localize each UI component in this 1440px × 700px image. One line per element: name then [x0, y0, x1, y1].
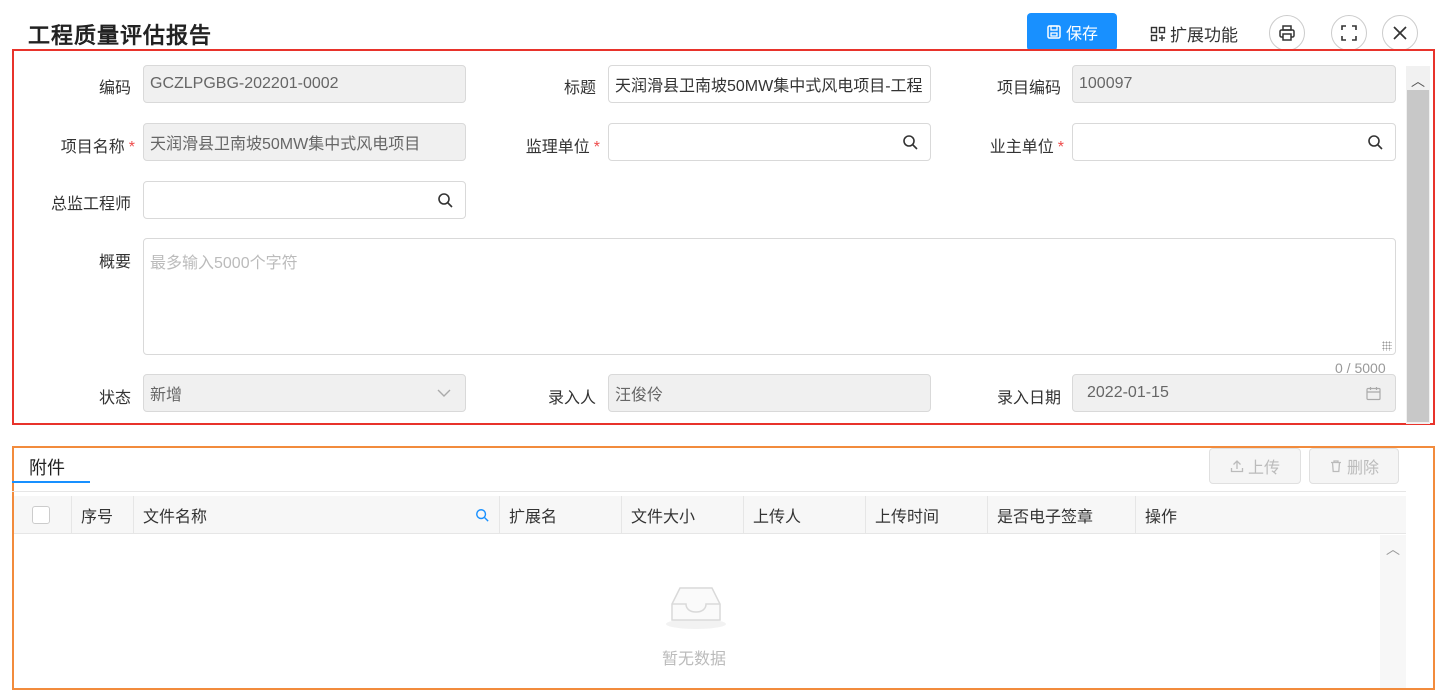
- supervisor-unit-label: 监理单位 *: [480, 133, 600, 157]
- required-mark: *: [1057, 139, 1064, 156]
- table-scrollbar[interactable]: ︿: [1380, 535, 1406, 688]
- tab-attachments[interactable]: 附件: [29, 454, 65, 480]
- delete-icon: [1330, 460, 1341, 473]
- code-field[interactable]: GCZLPGBG-202201-0002: [143, 65, 466, 103]
- entered-by-label: 录入人: [547, 390, 596, 407]
- empty-text: 暂无数据: [662, 651, 727, 668]
- resize-handle[interactable]: [1382, 341, 1392, 351]
- status-value: 新增: [150, 387, 183, 404]
- search-icon[interactable]: [1367, 134, 1383, 150]
- project-code-field[interactable]: 100097: [1072, 65, 1396, 103]
- owner-unit-field[interactable]: [1072, 123, 1396, 161]
- fullscreen-button[interactable]: [1331, 15, 1367, 51]
- column-header[interactable]: 文件名称: [134, 496, 500, 534]
- chief-engineer-label: 总监工程师: [50, 196, 131, 213]
- owner-unit-label-text: 业主单位: [989, 139, 1054, 156]
- search-icon[interactable]: [437, 192, 453, 208]
- upload-button[interactable]: 上传: [1209, 448, 1301, 484]
- print-icon: [1279, 25, 1295, 41]
- extend-label: 扩展功能: [1170, 26, 1238, 45]
- column-header[interactable]: 序号: [72, 496, 134, 534]
- upload-icon: [1230, 460, 1244, 473]
- title-label: 标题: [563, 80, 596, 97]
- project-name-label: 项目名称 *: [20, 133, 135, 157]
- column-header-label: 文件名称: [143, 509, 208, 526]
- status-select[interactable]: 新增: [143, 374, 466, 412]
- search-icon[interactable]: [475, 508, 489, 522]
- select-all-cell: [14, 496, 72, 534]
- extend-icon: [1150, 26, 1166, 41]
- delete-button[interactable]: 删除: [1309, 448, 1399, 484]
- page-title: 工程质量评估报告: [28, 23, 213, 48]
- required-mark: *: [128, 139, 135, 156]
- project-code-label: 项目编码: [996, 80, 1061, 97]
- project-code-value: 100097: [1079, 75, 1133, 92]
- extend-button[interactable]: 扩展功能: [1150, 21, 1238, 46]
- delete-label: 删除: [1346, 460, 1379, 477]
- status-label: 状态: [98, 390, 131, 407]
- chevron-down-icon: [437, 389, 451, 397]
- code-value: GCZLPGBG-202201-0002: [150, 75, 339, 92]
- column-header[interactable]: 上传人: [744, 496, 866, 534]
- summary-placeholder: 最多输入5000个字符: [150, 255, 298, 272]
- chief-engineer-field[interactable]: [143, 181, 466, 219]
- entered-by-field[interactable]: 汪俊伶: [608, 374, 931, 412]
- form-scrollbar[interactable]: ︿: [1406, 66, 1430, 424]
- form-section: [12, 49, 1435, 425]
- search-icon[interactable]: [902, 134, 918, 150]
- active-tab-indicator: [12, 481, 90, 483]
- save-label: 保存: [1065, 26, 1098, 43]
- title-field[interactable]: 天润滑县卫南坡50MW集中式风电项目-工程: [608, 65, 931, 103]
- print-button[interactable]: [1269, 15, 1305, 51]
- entry-date-value: 2022-01-15: [1087, 384, 1169, 401]
- upload-label: 上传: [1247, 460, 1280, 477]
- column-header[interactable]: 文件大小: [622, 496, 744, 534]
- empty-inbox-icon: [666, 587, 726, 629]
- column-header[interactable]: 操作: [1136, 496, 1406, 534]
- entry-date-field[interactable]: 2022-01-15: [1072, 374, 1396, 412]
- project-name-field[interactable]: 天润滑县卫南坡50MW集中式风电项目: [143, 123, 466, 161]
- entry-date-label: 录入日期: [996, 390, 1061, 407]
- summary-textarea[interactable]: 最多输入5000个字符: [143, 238, 1396, 355]
- scroll-up-icon[interactable]: ︿: [1386, 539, 1400, 559]
- project-name-value: 天润滑县卫南坡50MW集中式风电项目: [150, 136, 421, 153]
- save-icon: [1047, 25, 1061, 39]
- owner-unit-label: 业主单位 *: [940, 133, 1064, 157]
- supervisor-unit-field[interactable]: [608, 123, 931, 161]
- dialog: 工程质量评估报告 保存 扩展功能 ︿ 编码 GCZLPGBG-202201-00…: [0, 0, 1440, 700]
- title-value: 天润滑县卫南坡50MW集中式风电项目-工程: [615, 78, 923, 95]
- column-header[interactable]: 是否电子签章: [988, 496, 1136, 534]
- save-button[interactable]: 保存: [1027, 13, 1117, 51]
- code-label: 编码: [98, 80, 131, 97]
- calendar-icon: [1366, 387, 1381, 401]
- close-icon: [1393, 26, 1407, 40]
- select-all-checkbox[interactable]: [32, 506, 50, 524]
- fullscreen-icon: [1341, 25, 1357, 41]
- scrollbar-thumb[interactable]: [1407, 90, 1429, 422]
- column-header[interactable]: 扩展名: [500, 496, 622, 534]
- table-header: 序号 文件名称 扩展名 文件大小 上传人 上传时间 是否电子签章 操作: [14, 496, 1406, 534]
- entered-by-value: 汪俊伶: [615, 387, 664, 404]
- close-button[interactable]: [1382, 15, 1418, 51]
- summary-label: 概要: [98, 254, 131, 271]
- divider: [12, 491, 1406, 492]
- scroll-up-icon[interactable]: ︿: [1411, 71, 1425, 91]
- required-mark: *: [593, 139, 600, 156]
- project-name-label-text: 项目名称: [60, 139, 125, 156]
- supervisor-unit-label-text: 监理单位: [525, 139, 590, 156]
- column-header[interactable]: 上传时间: [866, 496, 988, 534]
